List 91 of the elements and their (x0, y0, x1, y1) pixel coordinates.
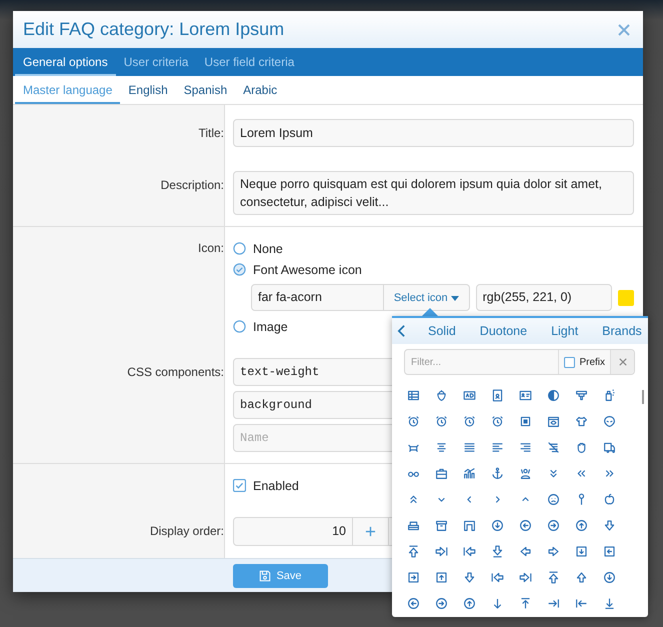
radio-button[interactable] (233, 263, 246, 276)
radio-label: Font Awesome icon (253, 262, 362, 276)
arrow-to-bar-icon[interactable] (602, 596, 616, 610)
style-tab[interactable]: Brands (602, 324, 642, 338)
display-order-input[interactable]: 10 (233, 517, 353, 546)
arrow-to-bar-icon[interactable] (518, 596, 532, 610)
slash-lines-icon[interactable] (546, 440, 560, 454)
tab[interactable]: User field criteria (196, 48, 302, 76)
window-title: Edit FAQ category: Lorem Ipsum (23, 19, 284, 40)
arrow-icon[interactable] (546, 544, 560, 558)
gateway-icon[interactable] (462, 518, 476, 532)
align-right-icon[interactable] (518, 440, 532, 454)
field-label: CSS components: (126, 364, 224, 381)
language-tab[interactable]: Spanish (176, 76, 236, 104)
arrow-icon[interactable] (462, 570, 476, 584)
style-tab[interactable]: Solid (428, 324, 456, 338)
tab[interactable]: User criteria (116, 48, 196, 76)
arrow-to-bar-icon[interactable] (546, 570, 560, 584)
icon-class-input[interactable]: far fa-acorn (251, 284, 384, 311)
checkbox[interactable] (564, 356, 576, 368)
bottle-icon[interactable] (602, 388, 616, 402)
caret-icon (450, 296, 459, 300)
briefcase-icon[interactable] (434, 466, 448, 480)
checkbox[interactable] (233, 479, 246, 492)
align-left-icon[interactable] (490, 440, 504, 454)
alarm-clock-icon[interactable] (490, 414, 504, 428)
arrow-to-bar-icon[interactable] (574, 596, 588, 610)
radio-button[interactable] (233, 320, 246, 333)
arrow-icon[interactable] (574, 570, 588, 584)
arrow-to-bar-icon[interactable] (434, 544, 448, 558)
contact-card-icon[interactable] (490, 388, 504, 402)
arrow-to-bar-icon[interactable] (462, 544, 476, 558)
alarm-clock-icon[interactable] (462, 414, 476, 428)
select-icon-button[interactable]: Select icon (384, 284, 470, 311)
close-icon (618, 358, 626, 366)
clear-button[interactable] (610, 350, 634, 374)
field-label: Icon: (196, 240, 224, 257)
alarm-clock-icon[interactable] (434, 414, 448, 428)
style-tab[interactable]: Duotone (480, 324, 528, 338)
filter-placeholder: Filter... (410, 356, 442, 368)
radio-label: None (253, 242, 283, 256)
language-tab[interactable]: Arabic (235, 76, 286, 104)
bars-icon[interactable] (406, 388, 420, 402)
anchor-icon[interactable] (490, 466, 504, 480)
truck-icon[interactable] (602, 440, 616, 454)
shirt-icon[interactable] (574, 414, 588, 428)
language-tab[interactable]: Master language (15, 76, 120, 104)
square-icon[interactable] (518, 414, 532, 428)
align-justify-icon[interactable] (462, 440, 476, 454)
arrow-to-bar-icon[interactable] (546, 596, 560, 610)
arrow-to-bar-icon[interactable] (518, 570, 532, 584)
radio-button[interactable] (233, 242, 246, 255)
description-textarea[interactable]: Neque porro quisquam est qui dolorem ipsum quia dolor sit amet, consectetur, adipisci velit... (233, 171, 634, 215)
field-label: Display order: (148, 523, 224, 540)
checkbox-label: Enabled (253, 478, 299, 492)
hand-icon[interactable] (574, 440, 588, 454)
arrow-to-bar-icon[interactable] (490, 544, 504, 558)
acorn-icon[interactable] (434, 388, 448, 402)
arrow-to-bar-icon[interactable] (490, 570, 504, 584)
field-label: Title: (197, 125, 224, 142)
apple-icon[interactable] (602, 492, 616, 506)
checkbox-label: Prefix (579, 356, 605, 368)
arrow-to-bar-icon[interactable] (406, 544, 420, 558)
plus-icon (365, 526, 376, 537)
title-input[interactable]: Lorem Ipsum (233, 119, 634, 147)
align-center-icon[interactable] (434, 440, 448, 454)
person-icon[interactable] (518, 466, 532, 480)
chart-icon[interactable] (462, 466, 476, 480)
color-input[interactable]: rgb(255, 221, 0) (476, 284, 612, 311)
color-swatch[interactable] (618, 290, 634, 306)
radio-label: Image (253, 320, 288, 334)
card-icon[interactable] (462, 388, 476, 402)
filter-field[interactable]: Filter... Prefix (404, 349, 635, 375)
field-label: Description: (160, 177, 224, 194)
tab[interactable]: General options (15, 48, 116, 76)
save-button[interactable]: Save (233, 564, 328, 588)
style-tab[interactable]: Light (551, 324, 578, 338)
alien-face-icon[interactable] (602, 414, 616, 428)
save-icon (259, 570, 272, 582)
alarm-clock-icon[interactable] (406, 414, 420, 428)
window-icon[interactable] (546, 414, 560, 428)
sad-face-icon[interactable] (546, 492, 560, 506)
language-tab[interactable]: English (120, 76, 176, 104)
id-card-icon[interactable] (518, 388, 532, 402)
arrow-icon[interactable] (602, 518, 616, 532)
archive-box-icon[interactable] (434, 518, 448, 532)
scrollbar[interactable] (642, 390, 644, 404)
contrast-icon[interactable] (546, 388, 560, 402)
arrow-icon[interactable] (518, 544, 532, 558)
spray-icon[interactable] (574, 388, 588, 402)
back-icon[interactable] (397, 324, 406, 338)
